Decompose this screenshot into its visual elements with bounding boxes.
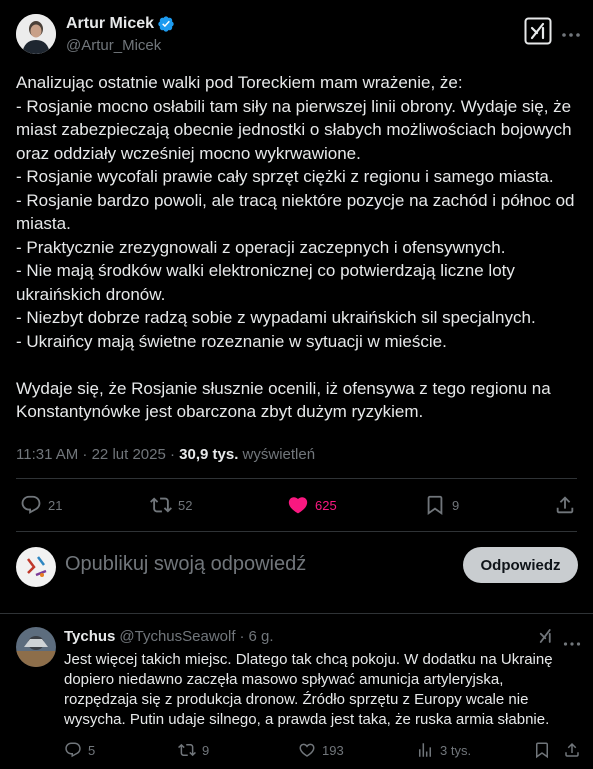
- reply-icon: [65, 742, 81, 758]
- repost-icon: [178, 743, 196, 757]
- more-icon[interactable]: [561, 26, 581, 44]
- reply-header: Tychus @TychusSeawolf · 6 g.: [64, 628, 274, 645]
- share-button[interactable]: [554, 494, 576, 516]
- like-button[interactable]: 625: [287, 494, 337, 516]
- share-icon: [565, 742, 579, 757]
- grok-icon[interactable]: [537, 627, 555, 650]
- reply-text: Jest więcej takich miejsc. Dlatego tak c…: [64, 651, 557, 728]
- bookmark-icon: [427, 495, 443, 516]
- bookmark-button[interactable]: 9: [424, 494, 459, 516]
- divider: [16, 478, 577, 479]
- divider: [16, 531, 577, 532]
- grok-icon[interactable]: [524, 17, 552, 45]
- reply-reply-button[interactable]: 5: [64, 741, 95, 759]
- reply-bookmark-button[interactable]: [533, 741, 551, 759]
- author-name[interactable]: Artur Micek: [66, 15, 154, 33]
- bookmark-count: 9: [452, 497, 460, 513]
- reply-share-button[interactable]: [563, 741, 581, 759]
- like-count: 625: [315, 497, 337, 513]
- divider: [0, 613, 593, 614]
- reply-like-count: 193: [322, 742, 344, 758]
- reply-author-name[interactable]: Tychus: [64, 628, 115, 645]
- reply-reply-count: 5: [88, 742, 96, 758]
- reply-author-avatar[interactable]: [16, 627, 56, 667]
- reply-button[interactable]: 21: [20, 494, 62, 516]
- author-handle[interactable]: @Artur_Micek: [66, 37, 161, 54]
- views-label: wyświetleń: [238, 446, 316, 463]
- bookmark-icon: [536, 742, 548, 759]
- repost-button[interactable]: 52: [150, 494, 192, 516]
- author-avatar[interactable]: [16, 14, 56, 54]
- like-icon: [299, 743, 315, 757]
- reply-submit-button[interactable]: Odpowiedz: [463, 547, 578, 583]
- reply-compose-input[interactable]: Opublikuj swoją odpowiedź: [65, 553, 306, 576]
- reply-icon: [21, 495, 41, 514]
- post-timestamp[interactable]: 11:31 AM · 22 lut 2025 ·: [16, 446, 179, 463]
- reply-repost-button[interactable]: 9: [178, 741, 209, 759]
- views-icon: [419, 743, 431, 757]
- reply-views-button[interactable]: 3 tys.: [416, 741, 471, 759]
- user-avatar[interactable]: [16, 547, 56, 587]
- reply-author-handle[interactable]: @TychusSeawolf: [119, 628, 235, 645]
- repost-icon: [150, 497, 172, 513]
- repost-count: 52: [178, 497, 193, 513]
- post-text: Analizując ostatnie walki pod Toreckiem …: [16, 73, 575, 421]
- views-count: 30,9 tys.: [179, 446, 239, 463]
- reply-like-button[interactable]: 193: [298, 741, 344, 759]
- reply-views-count: 3 tys.: [440, 742, 472, 758]
- verified-badge-icon: [158, 16, 174, 32]
- reply-repost-count: 9: [202, 742, 210, 758]
- share-icon: [556, 496, 574, 514]
- like-icon: [288, 497, 308, 514]
- post-meta: 11:31 AM · 22 lut 2025 · 30,9 tys. wyświ…: [16, 446, 315, 463]
- reply-timestamp[interactable]: 6 g.: [249, 628, 274, 645]
- reply-count: 21: [48, 497, 63, 513]
- reply-separator: ·: [239, 628, 245, 645]
